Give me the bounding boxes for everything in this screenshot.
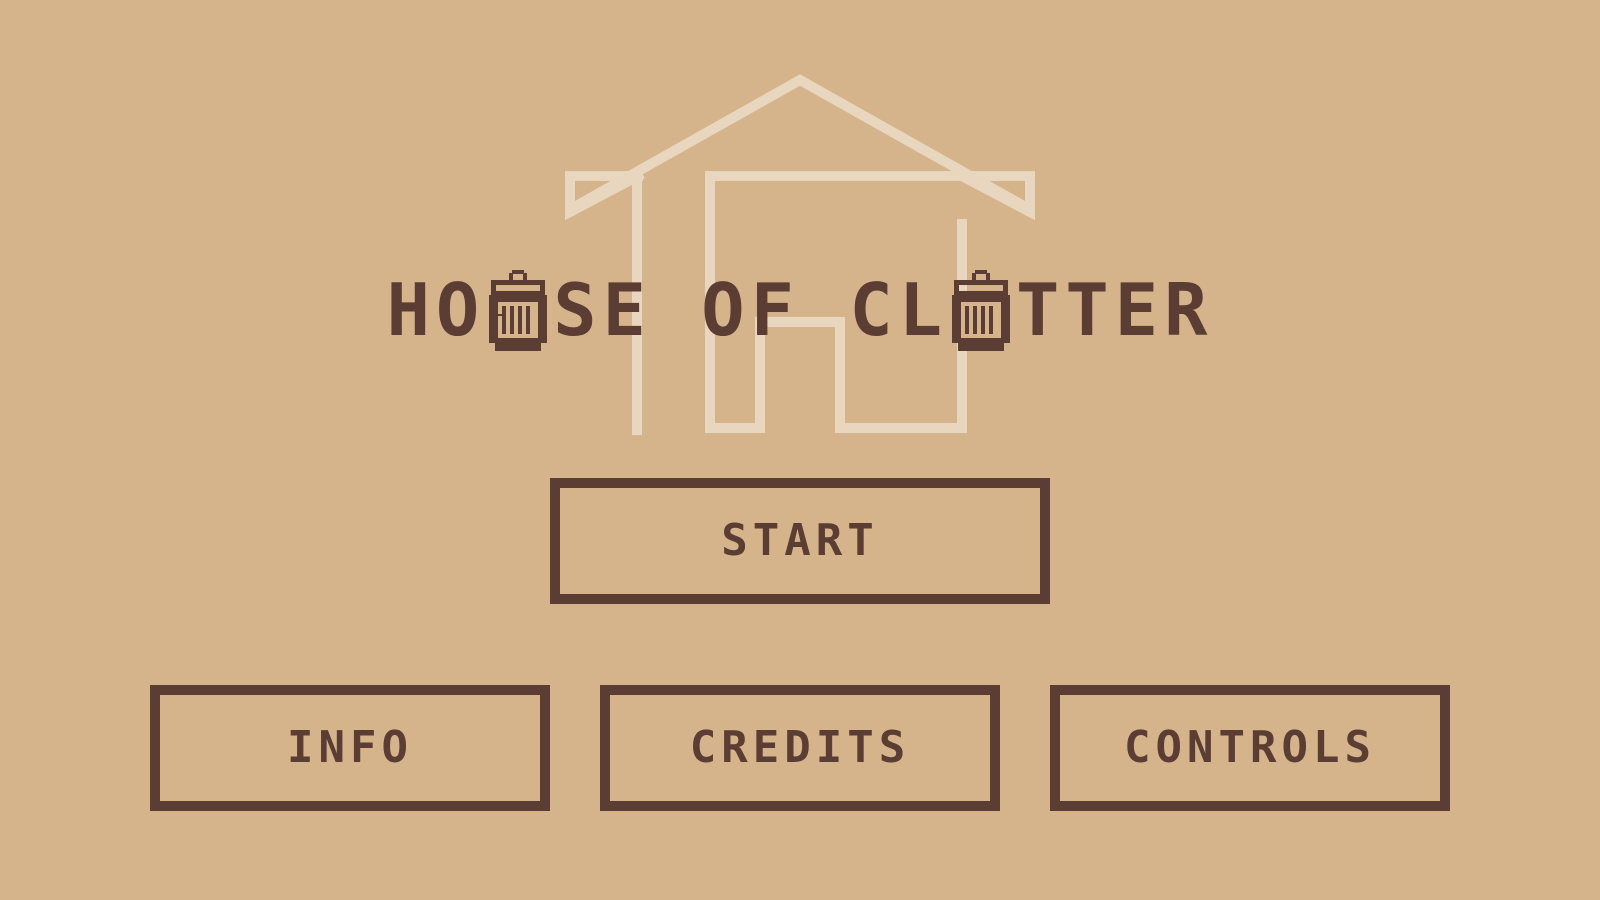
start-button[interactable]: START — [550, 478, 1050, 604]
start-button-label: START — [721, 515, 879, 566]
controls-button-label: CONTROLS — [1124, 722, 1376, 773]
credits-button[interactable]: CREDITS — [600, 685, 1000, 811]
title-text-middle: SE OF CL — [553, 268, 949, 352]
credits-button-label: CREDITS — [689, 722, 911, 773]
info-button-label: INFO — [287, 722, 413, 773]
trash-can-icon — [489, 270, 548, 351]
controls-button[interactable]: CONTROLS — [1050, 685, 1450, 811]
title-screen: HO SE OF CL TTER START INFO CREDITS CONT… — [0, 0, 1600, 900]
title-text-end: TTER — [1016, 268, 1214, 352]
title-text-start: HO — [386, 268, 486, 352]
info-button[interactable]: INFO — [150, 685, 550, 811]
trash-can-icon — [952, 270, 1011, 351]
game-title: HO SE OF CL TTER — [0, 240, 1600, 352]
